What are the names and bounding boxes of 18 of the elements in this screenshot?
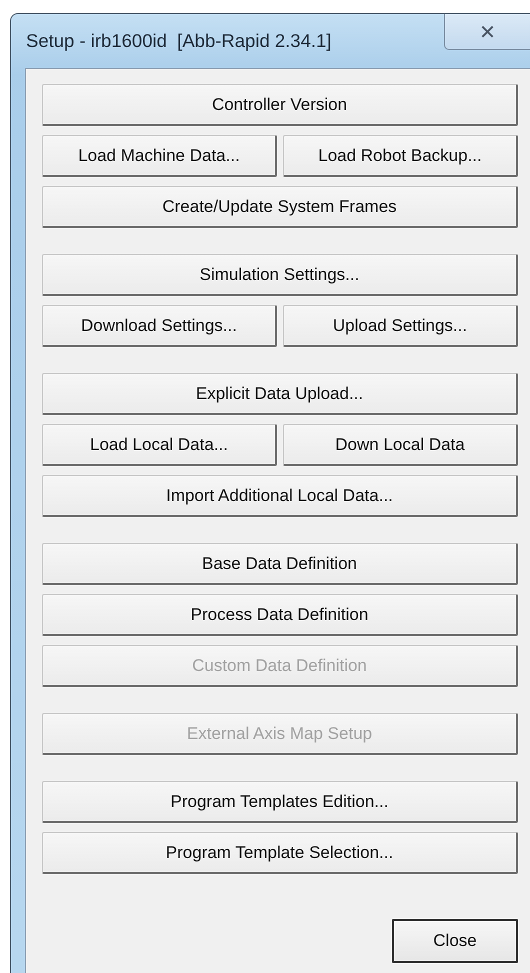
setup-button[interactable]: Down Local Data	[283, 424, 518, 466]
setup-button[interactable]: Import Additional Local Data...	[42, 475, 518, 517]
close-button[interactable]: Close	[392, 919, 518, 963]
setup-button[interactable]: Load Robot Backup...	[283, 135, 518, 177]
setup-button[interactable]: Load Local Data...	[42, 424, 277, 466]
setup-button[interactable]: Load Machine Data...	[42, 135, 277, 177]
window-title: Setup - irb1600id [Abb-Rapid 2.34.1]	[25, 30, 332, 52]
setup-button[interactable]: Program Template Selection...	[42, 832, 518, 874]
setup-button[interactable]: Process Data Definition	[42, 594, 518, 636]
setup-button[interactable]: Upload Settings...	[283, 305, 518, 347]
setup-button[interactable]: Create/Update System Frames	[42, 186, 518, 228]
setup-button[interactable]: Program Templates Edition...	[42, 781, 518, 823]
setup-button[interactable]: Explicit Data Upload...	[42, 373, 518, 415]
setup-button[interactable]: Base Data Definition	[42, 543, 518, 585]
close-window-button[interactable]: ✕	[444, 14, 530, 50]
setup-button[interactable]: Download Settings...	[42, 305, 277, 347]
setup-button[interactable]: Simulation Settings...	[42, 254, 518, 296]
setup-button[interactable]: Controller Version	[42, 84, 518, 126]
